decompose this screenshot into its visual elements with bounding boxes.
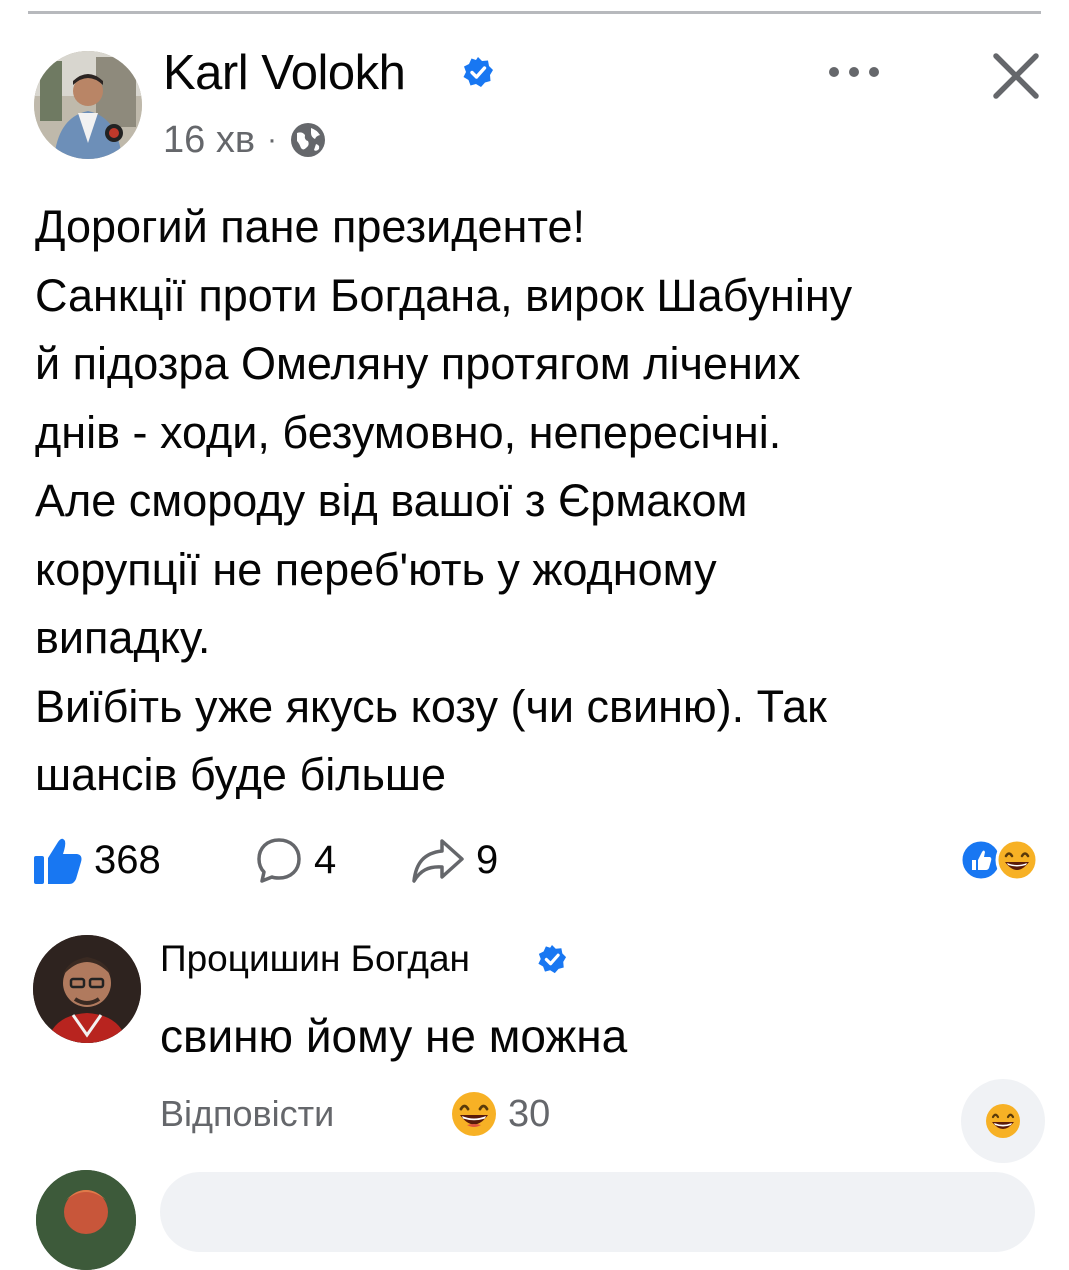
like-count: 368 [94,837,161,882]
post-line: шансів буде більше [35,749,447,800]
post-time[interactable]: 16 хв [163,118,255,162]
post-line: Санкції проти Богдана, вирок Шабуніну [35,269,853,321]
top-edge [0,0,1069,14]
share-button[interactable]: 9 [410,832,498,888]
comment-reaction-summary[interactable]: 30 [450,1090,550,1138]
comment-count: 4 [314,837,337,882]
like-button[interactable]: 368 [32,832,161,888]
close-icon[interactable] [990,50,1042,102]
comment-reaction-count: 30 [508,1092,551,1135]
reply-button[interactable]: Відповісти [160,1092,334,1136]
laughing-emoji-icon [995,838,1039,882]
divider [28,11,1041,14]
author-avatar[interactable] [34,51,142,159]
post-line: Виїбіть уже якусь козу (чи свиню). Так [35,680,827,732]
comment-author-name[interactable]: Процишин Богдан [160,937,470,981]
post-actions: 368 4 9 [32,832,1042,888]
post-line: й підозра Омеляну протягом лічених [35,338,801,389]
globe-icon[interactable] [289,121,327,159]
post-author-name[interactable]: Karl Volokh [163,45,406,101]
post-line: днів - ходи, безумовно, непересічні. [35,406,782,458]
share-arrow-icon [412,839,464,883]
share-count: 9 [476,837,499,882]
post-line: випадку. [35,612,211,663]
post-line: корупції не переб'ють у жодному [35,543,717,595]
reaction-summary[interactable] [959,836,1041,884]
post-body: Дорогий пане президенте! Санкції проти Б… [35,193,1045,810]
next-commenter-avatar[interactable] [36,1170,136,1270]
meta-separator: · [267,123,278,156]
post-meta: 16 хв · [163,118,327,162]
more-options-button[interactable] [824,54,884,90]
post-line: Але смороду від вашої з Єрмаком [35,475,748,526]
laughing-emoji-icon [986,1104,1020,1138]
post-line: Дорогий пане президенте! [35,201,585,252]
comment-text: свиню йому не можна [160,1010,628,1062]
comment-bubble-icon [257,838,301,883]
commenter-avatar[interactable] [33,935,141,1043]
comment-author-text[interactable]: Процишин Богдан [160,938,470,979]
comment-button[interactable]: 4 [254,832,336,888]
laughing-emoji-icon [452,1092,496,1136]
next-comment-bubble[interactable] [160,1172,1035,1252]
verified-badge-icon [463,57,493,87]
author-name-text[interactable]: Karl Volokh [163,46,406,100]
react-button[interactable] [961,1079,1045,1163]
thumbs-up-icon [34,838,82,884]
verified-badge-icon [538,944,567,974]
